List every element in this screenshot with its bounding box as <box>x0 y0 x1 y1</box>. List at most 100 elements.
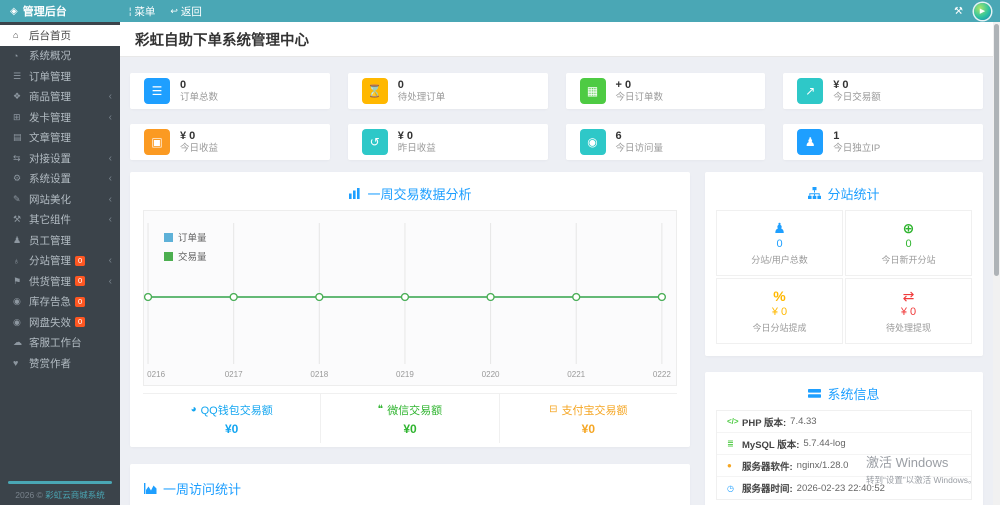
exchange-icon: ⇄ <box>902 288 915 304</box>
substation-cards: ♟ 0 分站/用户总数 ⊕ 0 今日新开分站% ¥ 0 今日分站提成 ⇄ ¥ 0 待处理提现 <box>716 210 972 344</box>
eye-icon: ◉ <box>579 129 606 155</box>
area-chart-icon <box>144 482 157 494</box>
alert-icon: ◉ <box>13 296 21 307</box>
sidebar-item-label: 发卡管理 <box>29 111 71 124</box>
stat-value: ¥ 0 <box>833 78 849 91</box>
stat-card: ↺ ¥ 0 昨日收益 <box>347 124 548 160</box>
chevron-left-icon: ‹ <box>108 214 112 226</box>
sysinfo-label: MySQL 版本: <box>742 439 800 451</box>
server-icon <box>808 388 822 398</box>
gear-icon: ⚙ <box>13 173 22 184</box>
sidebar-item[interactable]: ⚒ 其它组件 ‹ <box>0 210 120 231</box>
page-title: 彩虹自助下单系统管理中心 <box>135 32 309 49</box>
sidebar-item-label: 网站美化 <box>29 193 71 206</box>
sidebar-item-label: 系统概况 <box>29 50 71 63</box>
wrench-icon[interactable]: ⚒ <box>954 6 963 17</box>
legend-swatch <box>164 232 173 242</box>
clock-icon: ◷ <box>727 483 734 493</box>
alipay-icon: ⊟ <box>549 404 558 415</box>
stats-grid: ☰ 0 订单总数 ⌛ 0 待处理订单 ▦ + 0 今日订单数 ↗ ¥ 0 今日交易额 ▣ ¥ 0 今日收益 ↺… <box>130 73 983 160</box>
trade-chart-title: 一周交易数据分析 <box>143 182 677 204</box>
sidebar-item-label: 员工管理 <box>29 234 71 247</box>
payment-head: ⊟ 支付宝交易额 <box>549 402 627 418</box>
copyright-link[interactable]: 彩虹云商城系统 <box>45 490 105 500</box>
payment-stat-alipay: ⊟ 支付宝交易额 ¥0 <box>498 394 677 443</box>
payment-head: ◕ QQ钱包交易额 <box>191 402 273 418</box>
sidebar-item[interactable]: ◉ 库存告急 0 <box>0 292 120 313</box>
trade-chart: 0216 0217 0218 0219 0220 0221 0222 订单量 交易量 <box>143 210 677 386</box>
sidebar-scroll-indicator[interactable] <box>8 481 112 484</box>
sidebar-item[interactable]: ▤ 文章管理 <box>0 128 120 149</box>
payment-label: 支付宝交易额 <box>561 404 628 417</box>
trend-icon: ↗ <box>797 78 824 104</box>
stat-card: ◉ 6 今日访问量 <box>565 124 766 160</box>
stat-text: ¥ 0 今日收益 <box>180 130 218 155</box>
badge: 0 <box>75 276 86 287</box>
stat-text: ¥ 0 今日交易额 <box>833 79 881 104</box>
sidebar-item-label: 网盘失效 <box>29 316 71 329</box>
users-icon: ♟ <box>797 129 824 155</box>
sidebar-item[interactable]: ⚑ 供货管理 0 ‹ <box>0 271 120 292</box>
scrollbar-thumb[interactable] <box>994 24 999 276</box>
stat-label: 今日独立IP <box>833 142 881 154</box>
sysinfo-value: 2026-02-23 22:40:52 <box>796 482 885 494</box>
cart-icon: ❖ <box>13 91 22 102</box>
sysinfo-label: 服务器软件: <box>742 461 793 473</box>
code-icon: </> <box>727 417 739 426</box>
topnav: ¦ 菜单 ↩ 返回 <box>129 4 202 19</box>
gauge-icon: ◔ <box>13 50 19 61</box>
chevron-left-icon: ‹ <box>108 275 112 287</box>
admin-dashboard: ◈ 管理后台 ¦ 菜单 ↩ 返回 ⚒ ▶ ⌂ 后台首页 ◔ 系统概况 ☰ 订单管理 ❖ 商品管… <box>0 0 1000 505</box>
sidebar-item[interactable]: ◉ 网盘失效 0 <box>0 312 120 333</box>
sidebar-item[interactable]: ❖ 商品管理 ‹ <box>0 87 120 108</box>
sysinfo-panel: 系统信息 </> PHP 版本: 7.4.33 ≣ MySQL 版本: 5.7.44-lo… <box>705 372 983 505</box>
app-brand: ◈ 管理后台 <box>0 3 120 19</box>
sidebar: ⌂ 后台首页 ◔ 系统概况 ☰ 订单管理 ❖ 商品管理 ‹ ⊞ 发卡管理 ‹ ▤ 文章管理 ⇆ 对接设置 ‹ ⚙ 系… <box>0 22 120 505</box>
legend-item[interactable]: 订单量 <box>164 230 207 244</box>
substation-card: % ¥ 0 今日分站提成 <box>716 278 843 344</box>
stat-text: 6 今日访问量 <box>616 130 664 155</box>
sidebar-item-label: 分站管理 <box>29 255 71 268</box>
stat-text: 0 待处理订单 <box>398 79 446 104</box>
sidebar-item[interactable]: ◔ 系统概况 <box>0 46 120 67</box>
sidebar-item-label: 客服工作台 <box>29 337 82 350</box>
sysinfo-label: PHP 版本: <box>742 417 787 429</box>
topbar: ◈ 管理后台 ¦ 菜单 ↩ 返回 ⚒ ▶ <box>0 0 1000 22</box>
db-icon: ≣ <box>727 439 734 448</box>
scrollbar-track[interactable] <box>993 22 1000 505</box>
sidebar-item[interactable]: ⇆ 对接设置 ‹ <box>0 148 120 169</box>
back-arrow-icon: ↩ <box>170 5 178 16</box>
stat-card: ↗ ¥ 0 今日交易额 <box>783 73 983 109</box>
menu-toggle-button[interactable]: ¦ 菜单 <box>129 4 155 19</box>
sidebar-item[interactable]: ♟ 员工管理 <box>0 230 120 251</box>
main-area: 彩虹自助下单系统管理中心 ☰ 0 订单总数 ⌛ 0 待处理订单 ▦ + 0 今日订单数 ↗ ¥ 0今… <box>120 22 1000 505</box>
substation-card: ⊕ 0 今日新开分站 <box>845 210 972 276</box>
sidebar-item[interactable]: ☰ 订单管理 <box>0 66 120 87</box>
sidebar-item[interactable]: ⊞ 发卡管理 ‹ <box>0 107 120 128</box>
back-button[interactable]: ↩ 返回 <box>170 4 202 19</box>
legend-item[interactable]: 交易量 <box>164 249 207 263</box>
sidebar-item[interactable]: ⚙ 系统设置 ‹ <box>0 169 120 190</box>
sidebar-item[interactable]: ✎ 网站美化 ‹ <box>0 189 120 210</box>
supply-icon: ⚑ <box>13 275 22 286</box>
substation-label: 待处理提现 <box>885 323 931 333</box>
sidebar-item[interactable]: ♥ 赞赏作者 <box>0 353 120 374</box>
cube-icon: ◈ <box>10 5 18 17</box>
sitemap-icon <box>808 186 822 199</box>
svg-text:0222: 0222 <box>653 370 671 379</box>
stat-value: 0 <box>180 78 187 91</box>
trade-chart-panel: 一周交易数据分析 0216 0217 0218 0219 0220 0221 0222 订单… <box>130 172 690 447</box>
stat-value: ¥ 0 <box>397 129 414 142</box>
sitemap-icon: ♁ <box>13 255 20 266</box>
sidebar-item[interactable]: ⌂ 后台首页 <box>0 25 120 46</box>
substation-value: ¥ 0 <box>900 306 917 318</box>
user-icon: ♟ <box>13 234 22 245</box>
sidebar-item[interactable]: ♁ 分站管理 0 ‹ <box>0 251 120 272</box>
sysinfo-value: nginx/1.28.0 <box>796 460 849 471</box>
stat-card: ☰ 0 订单总数 <box>130 73 330 109</box>
app-logo-icon[interactable]: ▶ <box>974 2 991 20</box>
sysinfo-value: 7.4.33 <box>790 416 817 427</box>
substation-value: ¥ 0 <box>771 306 788 318</box>
sidebar-item[interactable]: ☁ 客服工作台 <box>0 333 120 354</box>
stat-value: 1 <box>833 129 840 142</box>
